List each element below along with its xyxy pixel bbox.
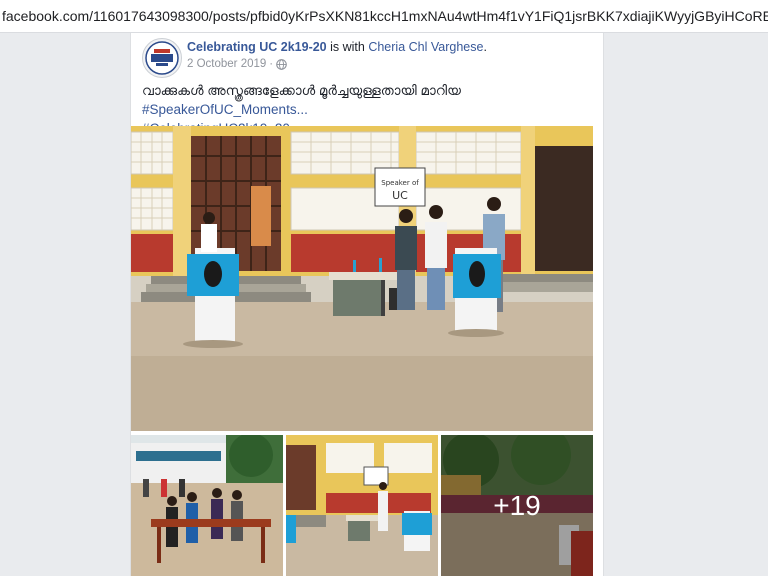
caption-text: വാക്കുകൾ അസ്ത്രങ്ങളേക്കാൾ മൂർച്ചയുള്ളതായ…	[142, 83, 461, 98]
tagged-suffix: .	[483, 40, 487, 54]
photo-thumbnails: +19	[131, 435, 593, 576]
tagged-person-link[interactable]: Cheria Chl Varghese	[368, 40, 483, 54]
main-post-photo[interactable]: Speaker of UC	[131, 126, 593, 431]
thumbnail-photo-1[interactable]	[131, 435, 283, 576]
post-date-link[interactable]: 2 October 2019	[187, 58, 266, 70]
more-photos-overlay[interactable]: +19	[441, 435, 593, 576]
placard-text: Speaker of	[381, 179, 419, 187]
page-name-link[interactable]: Celebrating UC 2k19-20	[187, 40, 327, 54]
svg-text:UC: UC	[392, 189, 408, 202]
hashtag-speaker-link[interactable]: #SpeakerOfUC_Moments...	[142, 102, 308, 117]
facebook-post: Celebrating UC 2k19-20 is with Cheria Ch…	[130, 33, 604, 576]
globe-icon[interactable]	[276, 58, 287, 70]
page-avatar[interactable]	[142, 38, 182, 78]
thumbnail-photo-2[interactable]	[286, 435, 438, 576]
post-header: Celebrating UC 2k19-20 is with Cheria Ch…	[187, 40, 487, 54]
meta-separator: ·	[269, 58, 274, 70]
thumbnail-photo-more[interactable]: +19	[441, 435, 593, 576]
with-text: is with	[326, 40, 369, 54]
post-meta: 2 October 2019 ·	[187, 58, 287, 70]
browser-address-bar[interactable]: facebook.com/116017643098300/posts/pfbid…	[0, 0, 768, 33]
page-logo-icon	[145, 41, 179, 75]
url-text[interactable]: facebook.com/116017643098300/posts/pfbid…	[2, 8, 768, 24]
main-photo-image: Speaker of UC	[131, 126, 593, 431]
